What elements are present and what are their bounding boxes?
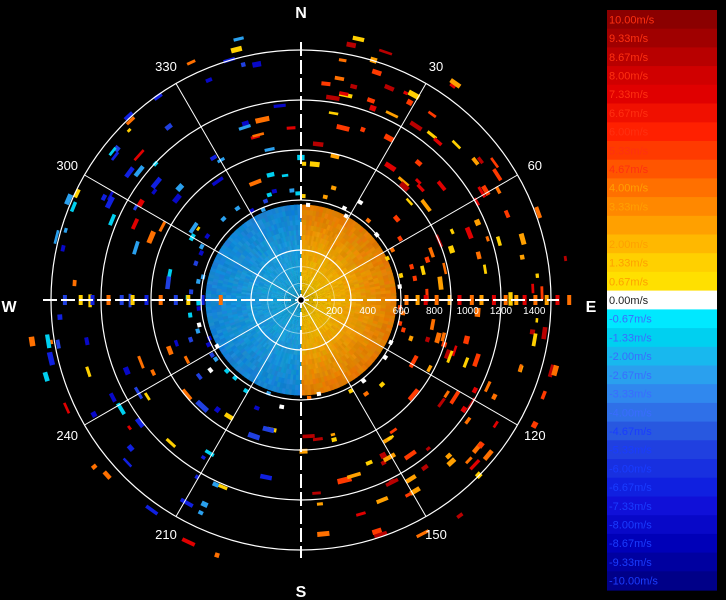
outer-gate [540, 286, 544, 300]
compass-north-label: N [295, 5, 307, 22]
range-tick-label: 1000 [457, 306, 480, 317]
compass-south-label: S [296, 584, 307, 600]
colorbar-label: 0.00m/s [609, 295, 649, 307]
colorbar-label: 8.00m/s [609, 71, 649, 83]
angle-label: 150 [425, 527, 447, 542]
angle-label: 30 [429, 59, 443, 74]
colorbar-label: -6.00m/s [609, 463, 652, 475]
colorbar-label: 4.00m/s [609, 183, 649, 195]
colorbar-label: 10.00m/s [609, 14, 655, 26]
colorbar-label: 8.67m/s [609, 52, 649, 64]
outer-gate [302, 434, 315, 439]
colorbar-label: -2.67m/s [609, 370, 652, 382]
colorbar-label: 3.33m/s [609, 202, 649, 214]
outer-gate [309, 161, 320, 168]
outer-gate [519, 254, 525, 260]
range-tick-label: 1200 [490, 306, 513, 317]
outer-gate [535, 273, 540, 278]
colorbar-label: -0.67m/s [609, 314, 652, 326]
range-tick-label: 400 [359, 306, 376, 317]
axis-gate-west [218, 295, 223, 305]
colorbar-label: 2.67m/s [609, 220, 649, 232]
fringe-gate [295, 191, 301, 196]
colorbar-label: 5.33m/s [609, 145, 649, 157]
outer-gate [301, 161, 307, 166]
outer-gate [535, 318, 539, 323]
fringe-gate [187, 312, 193, 318]
outer-gate [72, 279, 77, 287]
outer-gate [316, 502, 324, 506]
colorbar-label: -6.67m/s [609, 482, 652, 494]
range-tick-label: 200 [326, 306, 343, 317]
fringe-gate [189, 289, 194, 295]
angle-label: 330 [155, 59, 177, 74]
colorbar-label: -3.33m/s [609, 389, 652, 401]
colorbar-label: -9.33m/s [609, 557, 652, 569]
range-tick-label: 800 [426, 306, 443, 317]
colorbar-label: 4.67m/s [609, 164, 649, 176]
compass-west-label: W [1, 299, 17, 316]
outer-gate [531, 283, 535, 294]
colorbar-label: -4.67m/s [609, 426, 652, 438]
colorbar-label: 7.33m/s [609, 89, 649, 101]
compass-east-label: E [586, 299, 597, 316]
colorbar-legend: 10.00m/s 9.33m/s 8.67m/s 8.00m/s 7.33m/s 6.67… [607, 10, 717, 591]
ppi-velocity-chart: N S E W 30 60 120 150 210 240 300 330 200 400 600 8… [0, 0, 726, 600]
colorbar-label: 6.67m/s [609, 108, 649, 120]
colorbar-label: -8.00m/s [609, 520, 652, 532]
radar-center-marker [296, 295, 306, 305]
axis-gate-east [567, 295, 572, 305]
colorbar-label: -5.33m/s [609, 445, 652, 457]
fringe-gate [316, 391, 322, 397]
colorbar-label: 6.00m/s [609, 127, 649, 139]
fringe-gate [196, 300, 201, 306]
fringe-gate [196, 306, 201, 311]
colorbar-label: -7.33m/s [609, 501, 652, 513]
colorbar-label: -10.00m/s [609, 576, 658, 588]
colorbar-label: -4.00m/s [609, 407, 652, 419]
colorbar-label: 1.33m/s [609, 258, 649, 270]
angle-label: 210 [155, 527, 177, 542]
outer-gate [286, 126, 296, 130]
colorbar-label: -8.67m/s [609, 538, 652, 550]
outer-gate [57, 314, 63, 320]
angle-label: 60 [528, 158, 542, 173]
colorbar-label: 2.00m/s [609, 239, 649, 251]
fringe-gate [289, 188, 295, 193]
axis-gate-east [434, 295, 439, 305]
colorbar-label: 0.67m/s [609, 276, 649, 288]
colorbar-label: -2.00m/s [609, 351, 652, 363]
angle-label: 300 [56, 158, 78, 173]
range-tick-label: 1400 [523, 306, 546, 317]
colorbar-label: -1.33m/s [609, 332, 652, 344]
range-tick-label: 600 [393, 306, 410, 317]
outer-gate [508, 292, 513, 306]
angle-label: 240 [56, 428, 78, 443]
angle-label: 120 [524, 428, 546, 443]
colorbar-label: 9.33m/s [609, 33, 649, 45]
fringe-gate [305, 202, 311, 208]
